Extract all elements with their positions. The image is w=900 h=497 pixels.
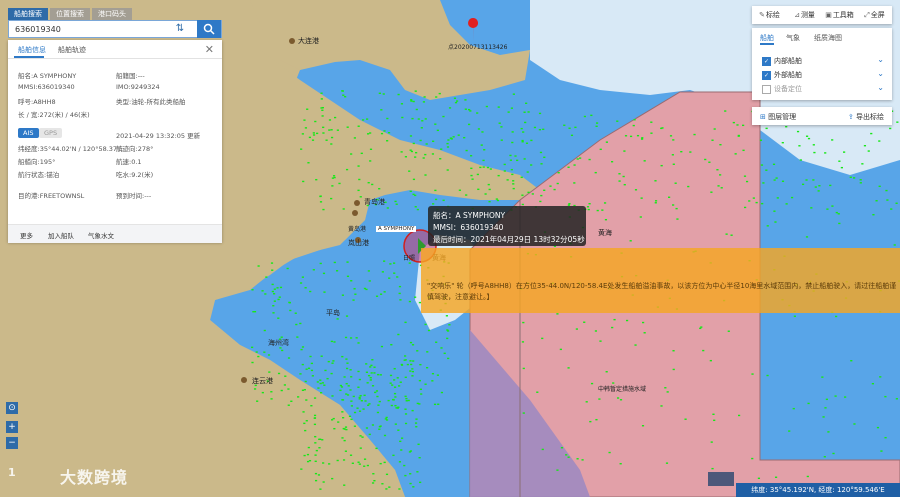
popup-mmsi: MMSI：636019340 — [433, 223, 504, 232]
ship-type: 类型:油轮-所有此类船舶 — [116, 98, 186, 106]
tab-ships[interactable]: 船舶 — [760, 33, 774, 43]
huangdao-label: 黄岛港 — [348, 226, 367, 233]
ship-size: 长 / 宽:272(米) / 46(米) — [18, 111, 90, 119]
warning-banner: "交响乐" 轮（呼号A8HH8）在方位35-44.0N/120-58.4E处发生… — [421, 248, 900, 313]
layer-external-ships[interactable]: ✓ 外部船舶 — [762, 70, 802, 80]
marker-id-label: 点20200713113426 — [448, 44, 508, 51]
ruler-icon: ⊿ — [794, 11, 800, 19]
ship-callsign: 呼号:A8HH8 — [18, 98, 56, 106]
pingdao-label: 平岛 — [326, 309, 340, 317]
locate-button[interactable]: ⊙ — [6, 402, 18, 414]
ship-speed: 航速:0.1 — [116, 158, 142, 166]
toolbox-icon: ▣ — [825, 11, 832, 19]
popup-time: 最后时间：2021年04月29日 13时32分05秒 — [433, 235, 585, 244]
ship-flag: 船籍国:--- — [116, 72, 145, 80]
coordinate-readout: 纬度: 35°45.192'N, 经度: 120°59.546'E — [736, 483, 900, 497]
weather-button[interactable]: 气象水文 — [88, 230, 114, 240]
nav-status: 航行状态:锚泊 — [18, 171, 60, 179]
swap-icon[interactable]: ⇅ — [173, 23, 187, 35]
layer-management-bar: ⊞ 图层管理 ⇪ 导出标绘 — [752, 107, 892, 125]
tab-ship-track[interactable]: 船舶轨迹 — [58, 45, 86, 55]
layer-panel: 船舶 气象 纸质海图 ✓ 内部船舶 ⌄ ✓ 外部船舶 ⌄ 设备定位 ⌄ — [752, 28, 892, 100]
fullscreen-icon: ⤢ — [864, 11, 870, 19]
yellow-sea-label: 黄海 — [598, 229, 612, 237]
eta: 预到时间:--- — [116, 192, 152, 200]
ship-course: 航迹向:278° — [116, 145, 154, 153]
ship-mmsi: MMSI:636019340 — [18, 83, 75, 91]
location-icon: ⊙ — [8, 403, 16, 413]
ship-heading: 船艏向:195° — [18, 158, 56, 166]
checkbox-icon — [762, 84, 771, 94]
qingdao-label: 青岛港 — [364, 198, 385, 206]
search-button[interactable] — [197, 20, 221, 38]
zoom-in-button[interactable]: + — [6, 421, 18, 433]
ship-info-panel: 船舶信息 船舶轨迹 ✕ 船名:A SYMPHONY 船籍国:--- MMSI:6… — [8, 40, 222, 243]
checkbox-icon: ✓ — [762, 70, 771, 80]
ship-name: 船名:A SYMPHONY — [18, 72, 77, 80]
ship-draft: 吃水:9.2(米) — [116, 171, 154, 179]
tab-paper-chart[interactable]: 纸质海图 — [814, 33, 842, 43]
layer-manage-button[interactable]: ⊞ 图层管理 — [760, 112, 796, 122]
rizhao-label: 日照 — [403, 255, 416, 262]
ship-position: 纬经度:35°44.02'N / 120°58.37'E — [18, 145, 123, 153]
plot-icon: ✎ — [759, 11, 765, 19]
export-icon: ⇪ — [847, 113, 854, 121]
chevron-down-icon[interactable]: ⌄ — [877, 55, 884, 64]
search-input[interactable] — [9, 21, 181, 37]
search-icon — [203, 23, 215, 35]
gps-toggle[interactable]: GPS — [39, 128, 63, 138]
tab-ship-search[interactable]: 船舶搜索 — [8, 8, 48, 20]
tab-port-search[interactable]: 港口码头 — [92, 8, 132, 20]
layer-internal-ships[interactable]: ✓ 内部船舶 — [762, 56, 802, 66]
search-box: ⇅ — [8, 20, 222, 38]
haizhou-label: 海州湾 — [268, 339, 289, 347]
ais-toggle[interactable]: AIS — [18, 128, 39, 138]
lianyungang-label: 连云港 — [252, 377, 273, 385]
chevron-down-icon[interactable]: ⌄ — [877, 69, 884, 78]
update-time: 2021-04-29 13:32:05 更新 — [116, 132, 201, 140]
add-fleet-button[interactable]: 加入船队 — [48, 230, 74, 240]
close-icon[interactable]: ✕ — [205, 43, 214, 56]
measure-tool[interactable]: ⊿测量 — [787, 10, 822, 20]
watermark-number: 1 — [8, 466, 17, 479]
popup-ship-name: 船名：A SYMPHONY — [433, 211, 506, 220]
toolbox-tool[interactable]: ▣工具箱 — [822, 10, 857, 20]
destination: 目的港:FREETOWNSL — [18, 192, 85, 200]
layer-device-position[interactable]: 设备定位 — [762, 84, 802, 94]
tab-weather[interactable]: 气象 — [786, 33, 800, 43]
zone-label: 中韩暂定措施水域 — [598, 386, 647, 393]
ship-popup: 船名：A SYMPHONY MMSI：636019340 最后时间：2021年0… — [428, 206, 586, 246]
zoom-out-button[interactable]: − — [6, 437, 18, 449]
tab-location-search[interactable]: 位置搜索 — [50, 8, 90, 20]
dalian-label: 大连港 — [298, 37, 319, 45]
add-icon: ⊞ — [760, 113, 766, 121]
map-toolbar: ✎标绘 ⊿测量 ▣工具箱 ⤢全屏 — [752, 6, 892, 24]
ship-name-tag: A SYMPHONY — [376, 226, 417, 232]
panel-footer: 更多 加入船队 气象水文 — [8, 224, 222, 243]
warning-text: "交响乐" 轮（呼号A8HH8）在方位35-44.0N/120-58.4E处发生… — [427, 282, 897, 301]
ship-imo: IMO:9249324 — [116, 83, 160, 91]
chevron-down-icon[interactable]: ⌄ — [877, 83, 884, 92]
more-button[interactable]: 更多 — [20, 230, 33, 240]
export-plot-button[interactable]: ⇪ 导出标绘 — [848, 112, 884, 122]
lanshan-label: 岚山港 — [348, 239, 369, 247]
tab-ship-info[interactable]: 船舶信息 — [18, 45, 46, 55]
plot-tool[interactable]: ✎标绘 — [752, 10, 787, 20]
scale-bar — [708, 472, 734, 486]
search-tabs: 船舶搜索 位置搜索 港口码头 — [8, 8, 134, 20]
checkbox-icon: ✓ — [762, 56, 771, 66]
fullscreen-tool[interactable]: ⤢全屏 — [857, 10, 892, 20]
watermark: 大数跨境 — [60, 468, 129, 487]
